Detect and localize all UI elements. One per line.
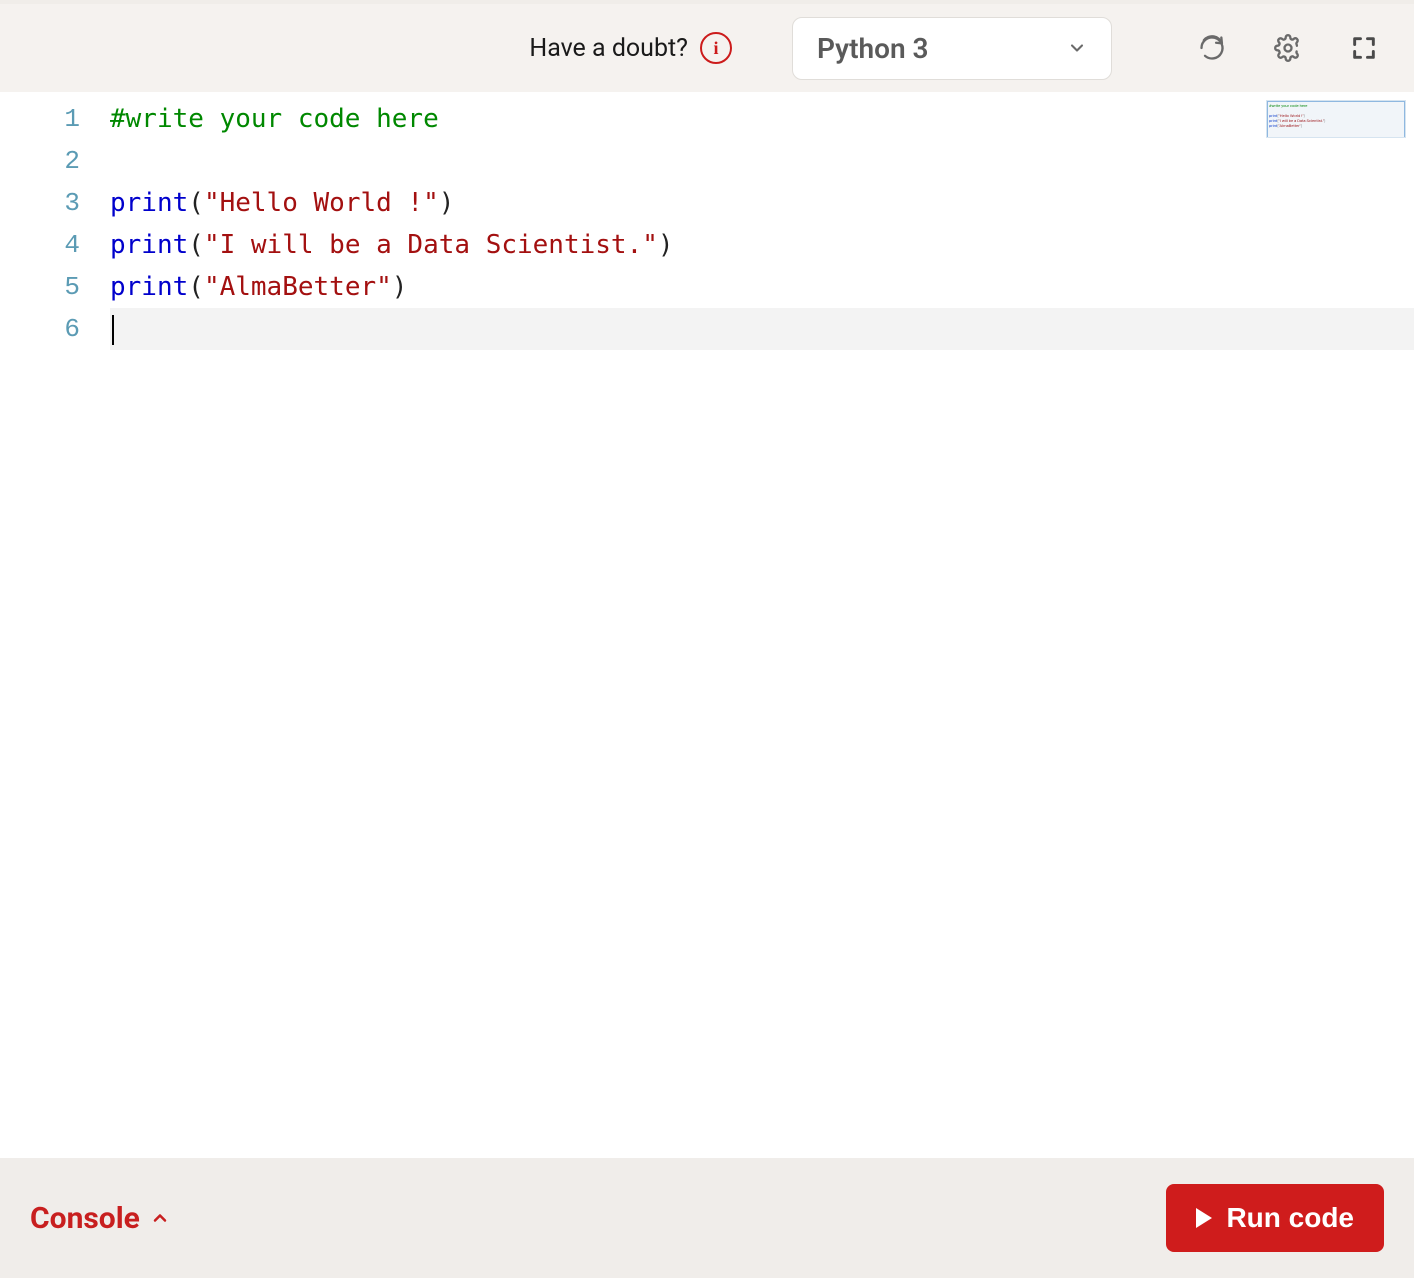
line-number: 2 <box>0 140 80 182</box>
run-code-button[interactable]: Run code <box>1166 1184 1384 1252</box>
chevron-down-icon <box>1067 38 1087 58</box>
refresh-icon <box>1198 34 1226 62</box>
minimap-viewport[interactable] <box>1267 101 1405 138</box>
code-token: "I will be a Data Scientist." <box>204 230 658 260</box>
minimap[interactable]: #write your code here print("Hello World… <box>1266 100 1406 138</box>
code-token: ) <box>658 230 674 260</box>
bottom-bar: Console Run code <box>0 1158 1414 1278</box>
code-line[interactable]: #write your code here <box>110 98 1414 140</box>
chevron-up-icon <box>150 1208 170 1228</box>
code-line[interactable] <box>110 308 1414 350</box>
info-icon: i <box>700 32 732 64</box>
text-cursor <box>112 315 114 345</box>
line-number: 6 <box>0 308 80 350</box>
code-token: print <box>110 188 188 218</box>
code-line[interactable]: print("Hello World !") <box>110 182 1414 224</box>
line-number: 3 <box>0 182 80 224</box>
language-label: Python 3 <box>817 32 929 65</box>
code-token: ( <box>188 188 204 218</box>
code-token: "Hello World !" <box>204 188 439 218</box>
code-token: #write your code here <box>110 104 439 134</box>
code-line[interactable]: print("I will be a Data Scientist.") <box>110 224 1414 266</box>
code-content[interactable]: #write your code hereprint("Hello World … <box>110 92 1414 1158</box>
line-number: 5 <box>0 266 80 308</box>
doubt-link[interactable]: Have a doubt? i <box>529 32 732 64</box>
line-number-gutter: 123456 <box>0 92 110 1158</box>
settings-button[interactable] <box>1268 28 1308 68</box>
refresh-button[interactable] <box>1192 28 1232 68</box>
code-token: ( <box>188 230 204 260</box>
doubt-text: Have a doubt? <box>529 34 688 63</box>
code-token: print <box>110 230 188 260</box>
fullscreen-icon <box>1350 34 1378 62</box>
code-token: "AlmaBetter" <box>204 272 392 302</box>
code-token: ( <box>188 272 204 302</box>
toolbar-right <box>1192 28 1384 68</box>
code-token: print <box>110 272 188 302</box>
run-button-label: Run code <box>1226 1202 1354 1234</box>
code-token: ) <box>439 188 455 218</box>
console-toggle[interactable]: Console <box>30 1201 170 1236</box>
code-editor[interactable]: 123456 #write your code hereprint("Hello… <box>0 92 1414 1158</box>
code-token: ) <box>392 272 408 302</box>
fullscreen-button[interactable] <box>1344 28 1384 68</box>
code-line[interactable]: print("AlmaBetter") <box>110 266 1414 308</box>
line-number: 4 <box>0 224 80 266</box>
language-dropdown[interactable]: Python 3 <box>792 17 1112 80</box>
line-number: 1 <box>0 98 80 140</box>
code-line[interactable] <box>110 140 1414 182</box>
play-icon <box>1196 1208 1212 1228</box>
console-label: Console <box>30 1201 140 1236</box>
gear-icon <box>1274 34 1302 62</box>
toolbar: Have a doubt? i Python 3 <box>0 4 1414 92</box>
